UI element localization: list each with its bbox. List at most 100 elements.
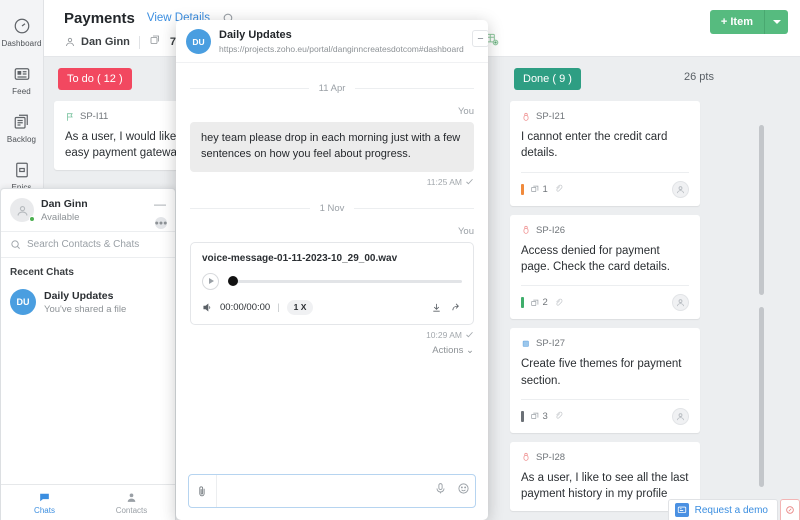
person-icon <box>677 299 684 307</box>
check-icon <box>466 179 473 185</box>
epics-icon <box>13 161 31 179</box>
chat-sidebar-panel: Dan Ginn Available — ●●● Recent Chats DU… <box>0 188 176 520</box>
scrollbar-done[interactable] <box>759 125 764 295</box>
close-icon <box>786 506 794 514</box>
priority-indicator <box>521 297 524 309</box>
card-id: SP-I28 <box>536 451 566 463</box>
sidebar-item-backlog[interactable]: Backlog <box>0 104 44 152</box>
message-sender: You <box>457 225 474 237</box>
online-status-dot <box>29 216 35 222</box>
message-sender: You <box>457 106 474 117</box>
chat-message-list[interactable]: 11 Apr You hey team please drop in each … <box>176 67 488 455</box>
card-id-row: SP-I28 <box>521 452 689 463</box>
separator-line <box>354 207 475 209</box>
column-header-done: Done ( 9 ) <box>510 57 700 101</box>
search-contacts-field[interactable] <box>1 231 175 258</box>
voice-record-button[interactable] <box>429 482 452 500</box>
board-column-done: Done ( 9 ) SP-I21 I cannot enter the cre… <box>510 57 700 520</box>
emoji-button[interactable] <box>452 482 475 500</box>
voice-actions <box>431 302 462 313</box>
status-badge-done[interactable]: Done ( 9 ) <box>514 68 581 90</box>
share-icon[interactable] <box>451 302 462 313</box>
minimize-icon[interactable]: — <box>154 198 166 210</box>
sidebar-label-backlog: Backlog <box>6 135 37 144</box>
message-actions-button[interactable]: Actions ⌄ <box>190 345 474 356</box>
card-footer: 1 <box>521 171 689 198</box>
subtask-count-value: 1 <box>542 183 548 195</box>
sidebar-item-feed[interactable]: Feed <box>0 56 44 104</box>
scrollbar-done-2[interactable] <box>759 307 764 487</box>
card-id: SP-I21 <box>536 111 566 122</box>
sidebar-item-dashboard[interactable]: Dashboard <box>0 8 44 56</box>
tab-contacts[interactable]: Contacts <box>88 485 175 520</box>
bug-icon <box>523 453 529 462</box>
voice-file-name: voice-message-01-11-2023-10_29_00.wav <box>202 252 398 264</box>
header-divider <box>138 35 140 49</box>
minimize-button[interactable] <box>471 30 488 47</box>
attach-file-button[interactable] <box>189 475 217 507</box>
voice-status-row: 00:00/00:00 | 1 X <box>202 299 462 315</box>
table-row[interactable]: SP-I27 Create five themes for payment se… <box>510 328 700 433</box>
subtask-count: 3 <box>530 411 548 422</box>
chat-panel-header: Dan Ginn Available — <box>1 189 175 231</box>
search-icon <box>11 240 20 249</box>
chat-dialog-identity: Daily Updates https://projects.zoho.eu/p… <box>219 29 464 54</box>
download-icon[interactable] <box>431 302 442 313</box>
add-item-button[interactable]: + Item <box>709 10 764 34</box>
request-demo-bar[interactable]: Request a demo <box>667 499 778 520</box>
table-row[interactable]: SP-I21 I cannot enter the credit card de… <box>510 101 700 206</box>
priority-indicator <box>521 410 524 422</box>
card-id: SP-I27 <box>536 338 566 350</box>
day-separator: 11 Apr <box>190 83 475 94</box>
card-title: As a user, I like to see all the last pa… <box>521 471 689 501</box>
attachment-icon <box>556 298 563 306</box>
avatar[interactable] <box>672 180 689 198</box>
add-item-dropdown-button[interactable] <box>764 10 788 34</box>
recent-chats-heading: Recent Chats <box>10 267 74 278</box>
attachment-icon <box>556 412 563 420</box>
feed-icon <box>13 65 31 83</box>
playback-speed-button[interactable]: 1 X <box>286 299 314 315</box>
assignee-chip[interactable]: Dan Ginn <box>64 36 130 48</box>
message-bubble[interactable]: hey team please drop in each morning jus… <box>190 122 474 172</box>
progress-knob[interactable] <box>228 276 238 287</box>
play-button[interactable] <box>202 272 219 290</box>
request-demo-label: Request a demo <box>694 504 768 516</box>
avatar[interactable] <box>672 294 689 312</box>
chat-bubble-icon <box>40 493 49 501</box>
composer <box>188 474 476 508</box>
person-icon <box>677 413 684 421</box>
current-user-name: Dan Ginn <box>41 198 88 210</box>
list-item[interactable]: DU Daily Updates You've shared a file <box>1 283 175 321</box>
more-options-icon[interactable]: ●●● <box>155 217 167 229</box>
table-row[interactable]: SP-I26 Access denied for payment page. C… <box>510 214 700 320</box>
window-controls <box>471 29 488 47</box>
person-icon <box>66 37 74 47</box>
progress-slider[interactable] <box>228 276 462 287</box>
chat-preview: You've shared a file <box>44 303 127 315</box>
voice-elapsed: 00:00/00:00 <box>220 301 271 313</box>
chat-dialog: DU Daily Updates https://projects.zoho.e… <box>176 20 488 520</box>
card-id-row: SP-I27 <box>521 338 689 349</box>
dashboard-icon <box>13 17 31 35</box>
volume-icon[interactable] <box>202 302 213 313</box>
tab-label-contacts: Contacts <box>115 505 148 515</box>
status-badge-todo[interactable]: To do ( 12 ) <box>58 68 132 90</box>
tab-chats[interactable]: Chats <box>1 485 88 520</box>
day-label: 11 Apr <box>318 83 346 94</box>
voice-message-player[interactable]: voice-message-01-11-2023-10_29_00.wav 00… <box>190 241 474 325</box>
chat-name: Daily Updates <box>44 289 114 302</box>
chat-dialog-avatar: DU <box>186 29 211 54</box>
avatar[interactable] <box>672 407 689 425</box>
card-id: SP-I26 <box>536 224 566 236</box>
day-label: 1 Nov <box>319 202 345 214</box>
message-input[interactable] <box>217 485 429 497</box>
demo-close-button[interactable] <box>780 499 800 520</box>
message-time-value: 10:29 AM <box>426 329 462 340</box>
attachment-icon <box>556 185 563 192</box>
chat-panel-tabs: Chats Contacts <box>1 484 175 520</box>
card-title: Create five themes for payment section. <box>521 358 682 387</box>
task-icon <box>522 340 529 347</box>
avatar[interactable] <box>10 198 35 222</box>
search-input[interactable] <box>27 239 157 250</box>
